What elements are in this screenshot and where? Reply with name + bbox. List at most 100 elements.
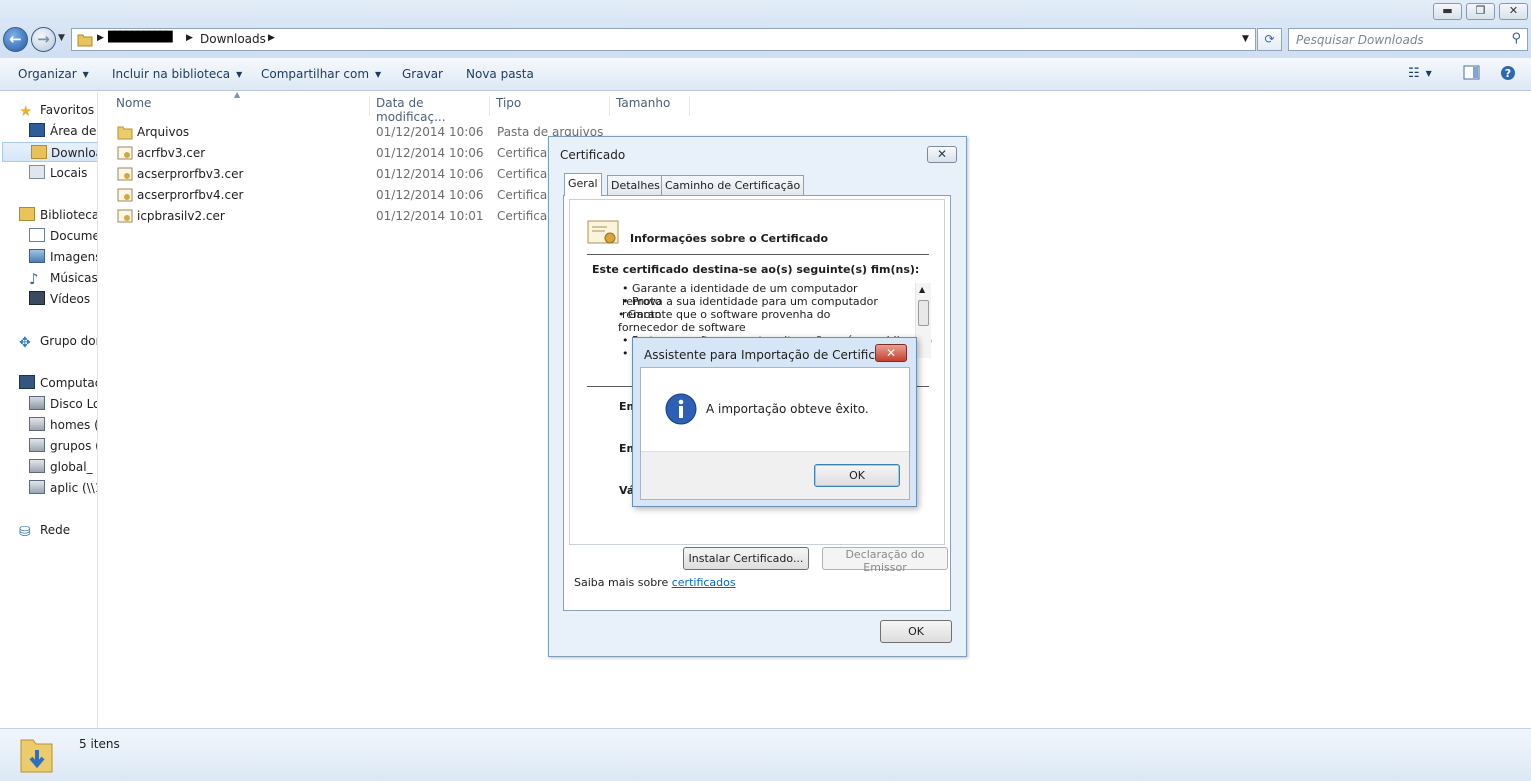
nav-documents[interactable]: Documentos bbox=[29, 226, 97, 246]
nav-images[interactable]: Imagens bbox=[29, 247, 98, 267]
organize-menu[interactable]: Organizar ▼ bbox=[18, 67, 89, 81]
nav-favorites[interactable]: ★ Favoritos bbox=[19, 100, 94, 120]
include-library-menu[interactable]: Incluir na biblioteca ▼ bbox=[112, 67, 242, 81]
address-bar[interactable]: ▶ ███████████ ▶ Downloads ▶ ▼ bbox=[71, 28, 1256, 51]
column-header-type[interactable]: Tipo bbox=[490, 96, 610, 116]
address-row: ← → ▼ ▶ ███████████ ▶ Downloads ▶ ▼ ⟳ ⚲ bbox=[0, 22, 1531, 58]
search-box[interactable]: ⚲ bbox=[1288, 28, 1528, 51]
nav-drive-global[interactable]: global_ ( bbox=[29, 457, 97, 477]
column-header-name[interactable]: Nome ▲ bbox=[110, 90, 370, 116]
nav-label: Locais bbox=[50, 166, 88, 180]
libraries-icon bbox=[19, 207, 35, 221]
chevron-down-icon: ▼ bbox=[375, 70, 382, 79]
nav-libraries[interactable]: Bibliotecas bbox=[19, 205, 97, 225]
address-dropdown-icon[interactable]: ▼ bbox=[1242, 34, 1249, 44]
network-icon: ⛁ bbox=[19, 524, 31, 540]
burn-button[interactable]: Gravar bbox=[402, 67, 443, 81]
nav-label: Imagens bbox=[50, 250, 98, 264]
close-icon: ✕ bbox=[936, 147, 948, 161]
certificate-file-icon bbox=[117, 167, 133, 181]
purposes-title: Este certificado destina-se ao(s) seguin… bbox=[592, 263, 920, 276]
network-drive-icon bbox=[29, 417, 45, 431]
file-date: 01/12/2014 10:06 bbox=[376, 188, 484, 202]
view-options-button[interactable]: ☷ ▼ bbox=[1408, 66, 1432, 81]
search-icon[interactable]: ⚲ bbox=[1511, 31, 1521, 46]
organize-label: Organizar bbox=[18, 67, 77, 81]
purposes-scrollbar[interactable]: ▲ bbox=[915, 283, 931, 358]
column-header-size[interactable]: Tamanho bbox=[610, 96, 690, 116]
issuer-statement-button[interactable]: Declaração do Emissor bbox=[822, 547, 948, 574]
certificate-heading: Informações sobre o Certificado bbox=[630, 232, 829, 245]
certificate-icon bbox=[587, 220, 619, 244]
minimize-button[interactable]: ▬ bbox=[1433, 3, 1462, 20]
help-button[interactable]: ? bbox=[1500, 65, 1516, 84]
nav-label: Músicas bbox=[50, 271, 98, 285]
import-dialog-footer: OK bbox=[641, 451, 909, 499]
nav-label: Computador bbox=[40, 376, 97, 390]
computer-icon bbox=[19, 375, 35, 389]
breadcrumb-separator-icon[interactable]: ▶ bbox=[97, 33, 104, 43]
nav-videos[interactable]: Vídeos bbox=[29, 289, 90, 309]
share-menu[interactable]: Compartilhar com ▼ bbox=[261, 67, 381, 81]
dialog-close-button[interactable]: ✕ bbox=[927, 146, 957, 163]
nav-drive-homes[interactable]: homes (\\ bbox=[29, 415, 97, 435]
folder-location-icon bbox=[77, 34, 93, 47]
learn-more-label: Saiba mais sobre bbox=[574, 576, 669, 589]
certificate-file-icon bbox=[117, 209, 133, 223]
network-drive-icon bbox=[29, 459, 45, 473]
tab-details[interactable]: Detalhes bbox=[607, 175, 664, 195]
close-icon: ✕ bbox=[885, 346, 897, 360]
column-header-date[interactable]: Data de modificaç... bbox=[370, 96, 490, 124]
certificates-link[interactable]: certificados bbox=[672, 576, 736, 589]
file-name: Arquivos bbox=[137, 125, 190, 139]
forward-button[interactable]: → bbox=[31, 27, 56, 52]
include-library-label: Incluir na biblioteca bbox=[112, 67, 231, 81]
preview-pane-button[interactable] bbox=[1463, 65, 1480, 83]
file-date: 01/12/2014 10:06 bbox=[376, 146, 484, 160]
import-close-button[interactable]: ✕ bbox=[875, 344, 907, 362]
restore-icon: ❐ bbox=[1475, 4, 1486, 17]
nav-local-disk[interactable]: Disco Local bbox=[29, 394, 97, 414]
breadcrumb-separator-icon[interactable]: ▶ bbox=[186, 33, 193, 43]
breadcrumb-redacted[interactable]: ███████████ bbox=[108, 32, 173, 43]
downloads-folder-icon bbox=[31, 145, 47, 159]
homegroup-icon: ✥ bbox=[19, 335, 31, 351]
refresh-icon: ⟳ bbox=[1264, 32, 1275, 46]
certificate-ok-button[interactable]: OK bbox=[880, 620, 952, 643]
nav-computer[interactable]: Computador bbox=[19, 373, 97, 393]
nav-music[interactable]: ♪ Músicas bbox=[29, 268, 98, 288]
install-certificate-button[interactable]: Instalar Certificado... bbox=[683, 547, 809, 570]
tab-general[interactable]: Geral bbox=[564, 173, 602, 196]
nav-desktop[interactable]: Área de Trabalho bbox=[29, 121, 97, 141]
breadcrumb-separator-icon[interactable]: ▶ bbox=[268, 33, 275, 43]
scroll-up-icon[interactable]: ▲ bbox=[919, 285, 925, 294]
refresh-button[interactable]: ⟳ bbox=[1257, 28, 1282, 51]
back-button[interactable]: ← bbox=[3, 27, 28, 52]
scroll-thumb[interactable] bbox=[918, 300, 929, 326]
forward-arrow-icon: → bbox=[37, 30, 50, 48]
details-pane: 5 itens bbox=[0, 728, 1531, 781]
column-label: Nome bbox=[116, 96, 152, 110]
nav-places[interactable]: Locais bbox=[29, 163, 87, 183]
nav-label: Favoritos bbox=[40, 103, 95, 117]
network-drive-icon bbox=[29, 480, 45, 494]
new-folder-button[interactable]: Nova pasta bbox=[466, 67, 534, 81]
recent-pages-dropdown[interactable]: ▼ bbox=[58, 33, 65, 43]
network-drive-icon bbox=[29, 438, 45, 452]
nav-downloads[interactable]: Downloads bbox=[2, 142, 97, 162]
nav-network[interactable]: ⛁ Rede bbox=[19, 520, 70, 540]
purpose-item: • Garante que o software provenha do for… bbox=[618, 308, 831, 334]
nav-drive-aplic[interactable]: aplic (\\1 bbox=[29, 478, 98, 498]
window-close-button[interactable]: ✕ bbox=[1499, 3, 1528, 20]
import-dialog-title: Assistente para Importação de Certificad… bbox=[644, 348, 904, 362]
nav-homegroup[interactable]: ✥ Grupo doméstico bbox=[19, 331, 97, 351]
search-input[interactable] bbox=[1289, 29, 1499, 50]
import-ok-button[interactable]: OK bbox=[814, 464, 900, 487]
nav-label: Rede bbox=[40, 523, 71, 537]
tab-certification-path[interactable]: Caminho de Certificação bbox=[661, 175, 805, 195]
nav-label: aplic (\\1 bbox=[50, 481, 98, 495]
breadcrumb-downloads[interactable]: Downloads bbox=[200, 32, 266, 46]
nav-drive-grupos[interactable]: grupos ( bbox=[29, 436, 97, 456]
nav-label: Documentos bbox=[50, 229, 97, 243]
restore-button[interactable]: ❐ bbox=[1466, 3, 1495, 20]
